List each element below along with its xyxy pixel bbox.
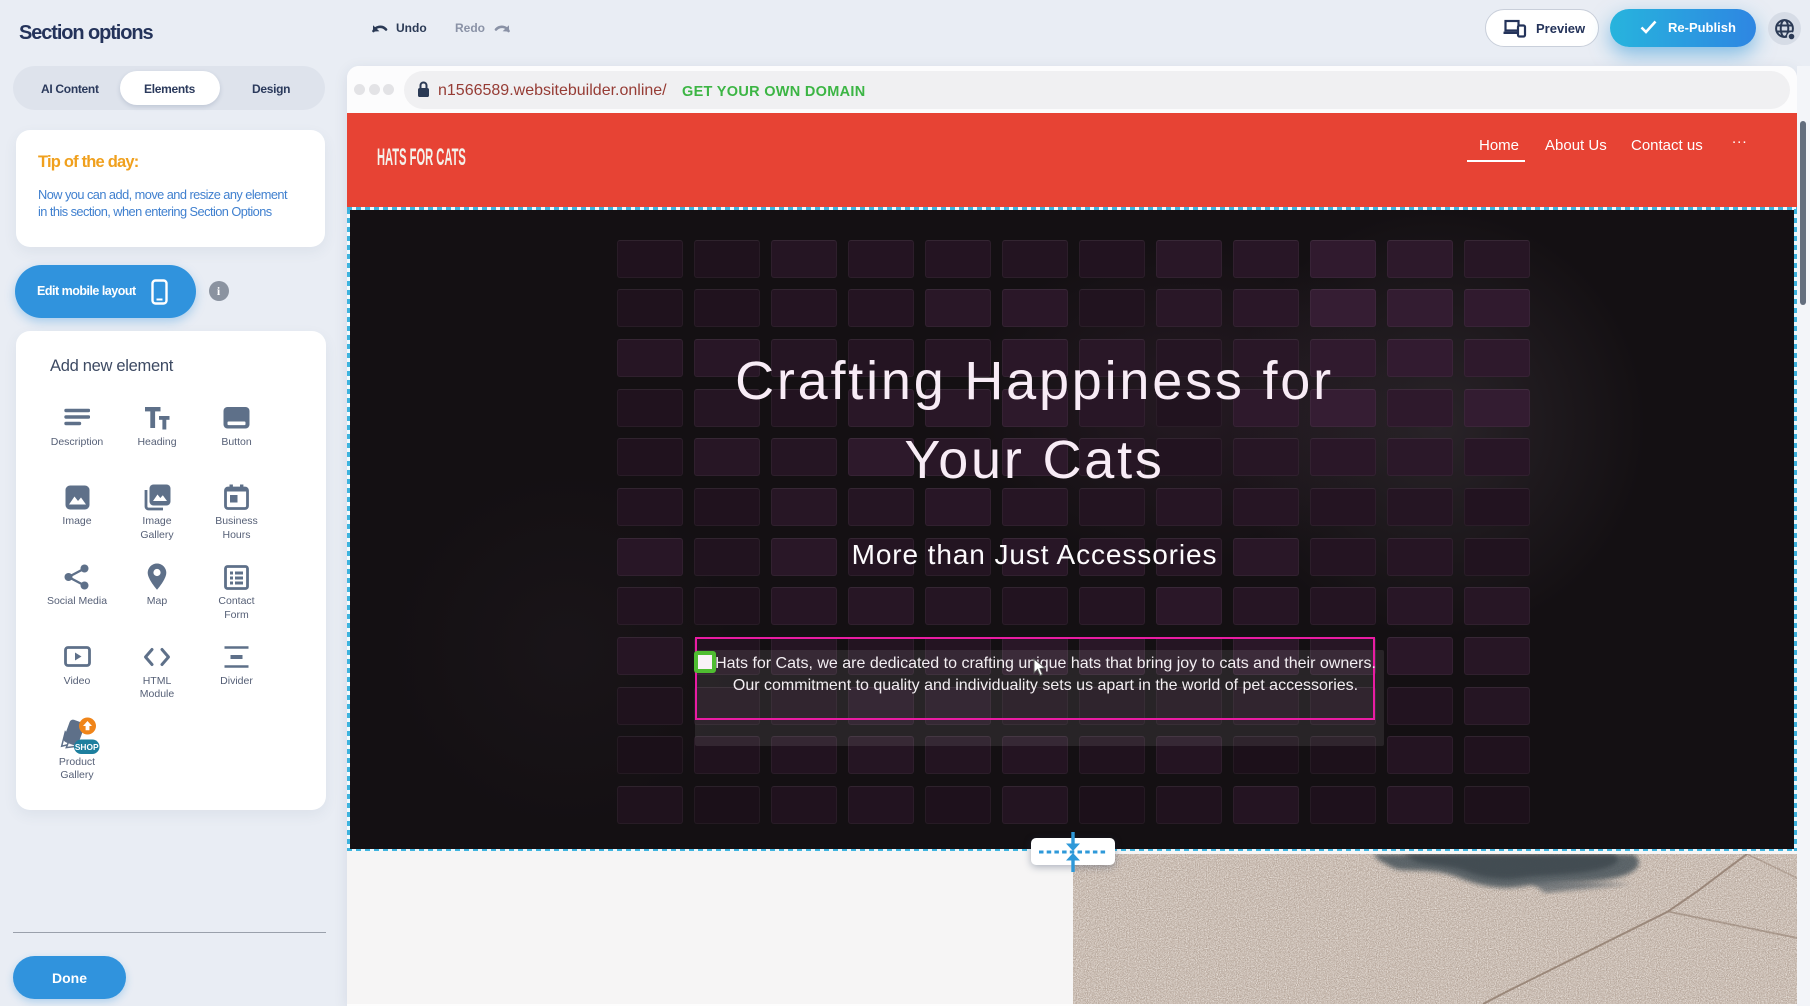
svg-text:SHOP: SHOP <box>75 742 99 752</box>
